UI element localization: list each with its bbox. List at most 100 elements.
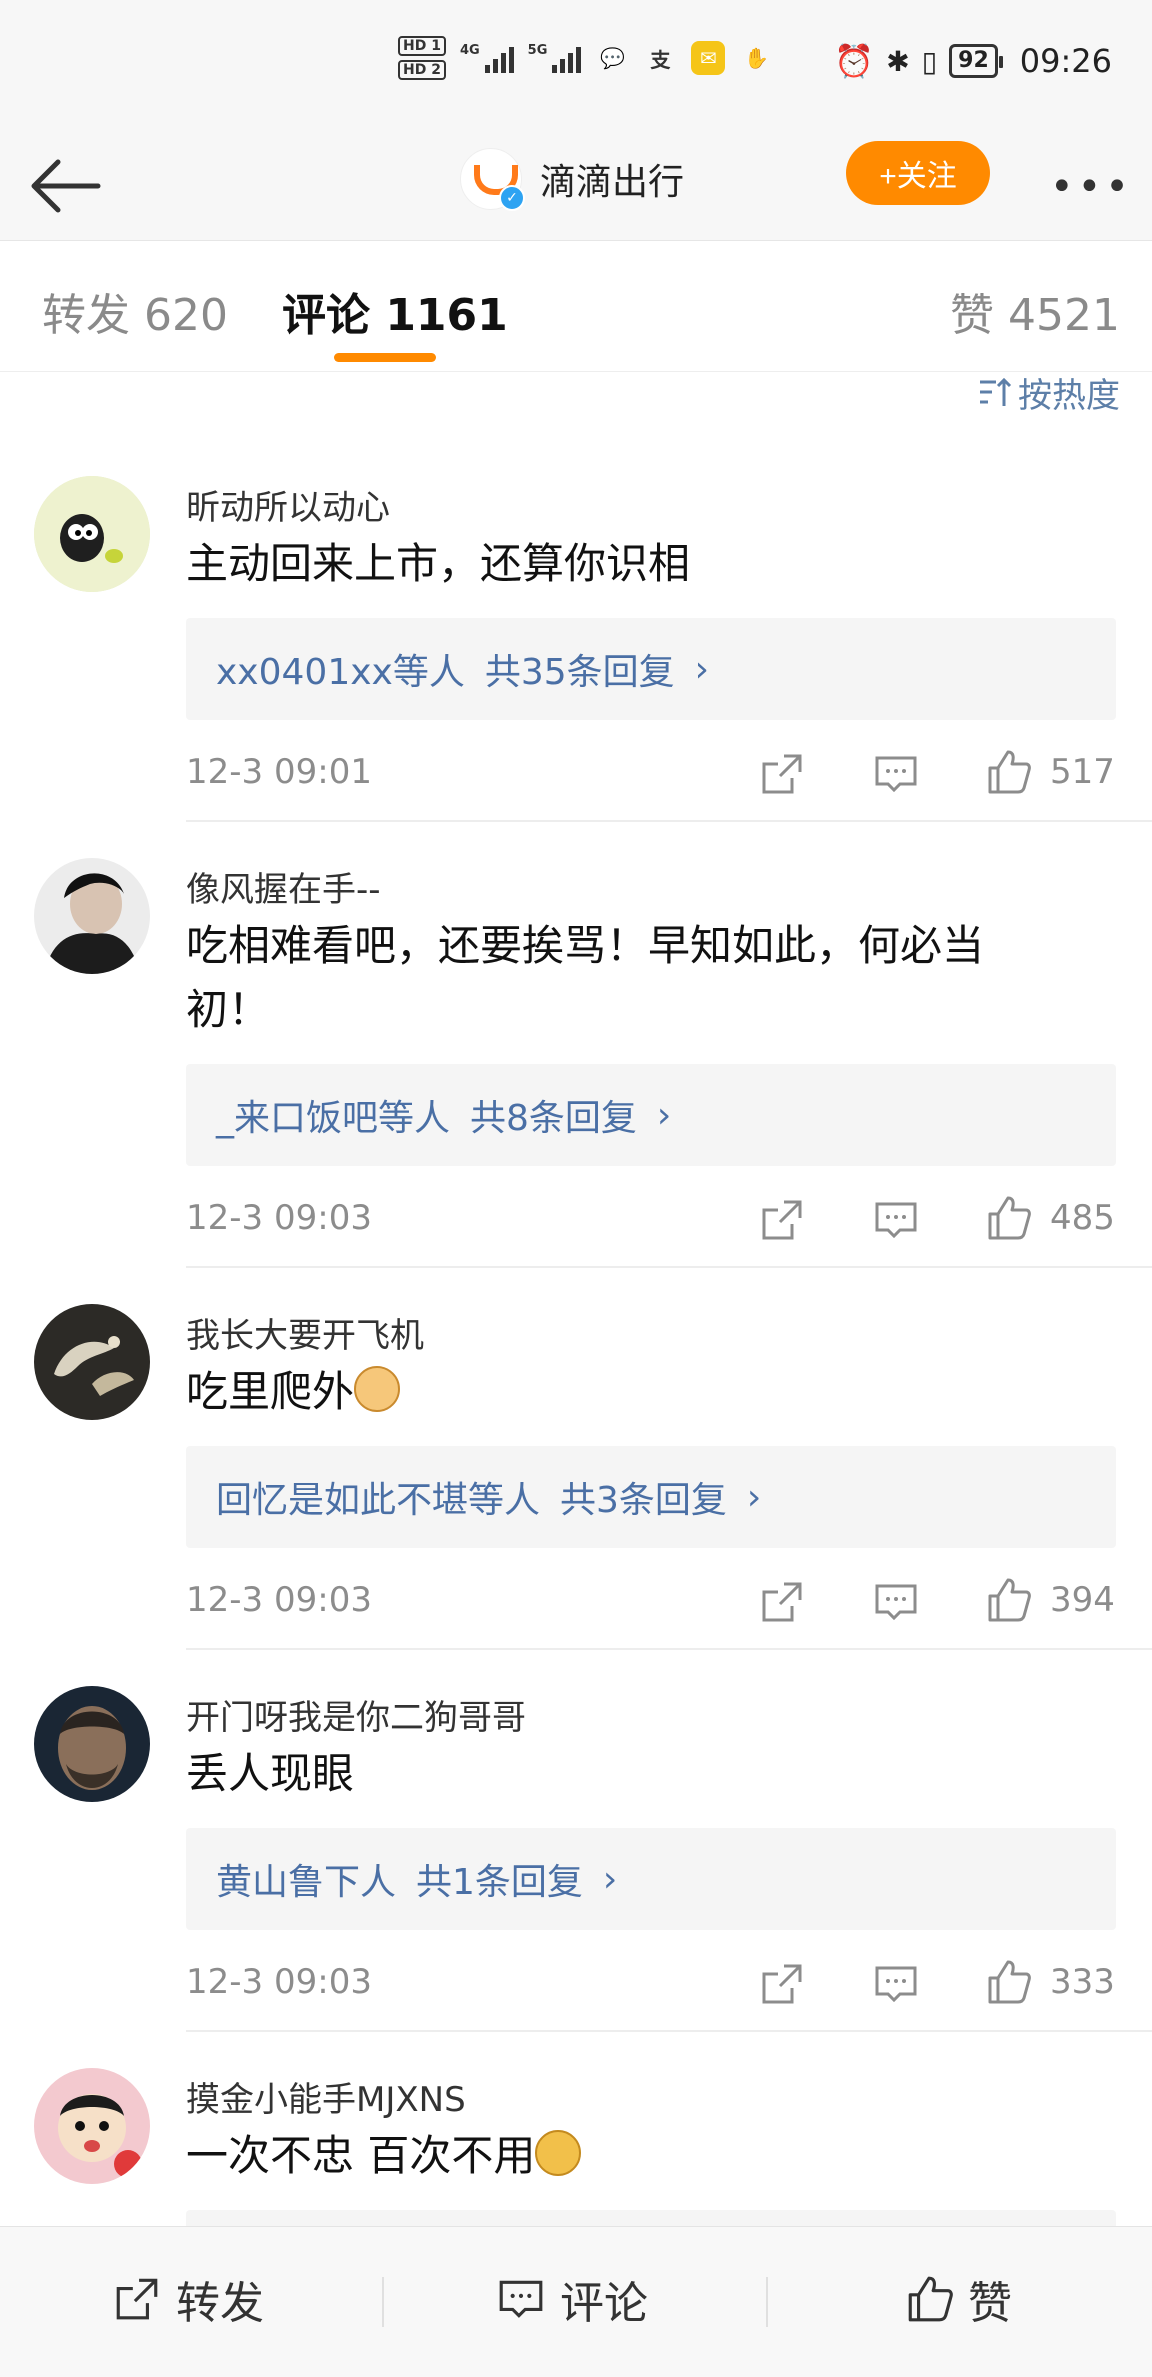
reply-summary[interactable]: _来口饭吧等人 共8条回复 › — [186, 1064, 1116, 1166]
comment-text: 吃相难看吧，还要挨骂！早知如此，何必当初！ — [186, 921, 985, 1034]
chevron-right-icon: › — [694, 648, 710, 690]
comment-time: 12-3 09:03 — [186, 1580, 372, 1620]
vibrate-icon: ▯ — [921, 44, 938, 78]
tab-likes[interactable]: 赞 4521 — [950, 279, 1120, 343]
more-options-icon[interactable]: ••• — [1050, 164, 1133, 210]
like-count: 517 — [1050, 752, 1115, 792]
reply-summary[interactable]: 黄山鲁下人 共1条回复 › — [186, 1828, 1116, 1930]
comment-time: 12-3 09:03 — [186, 1198, 372, 1238]
like-button[interactable]: 赞 — [904, 2267, 1012, 2331]
username[interactable]: 开门呀我是你二狗哥哥 — [186, 1690, 526, 1739]
signal-4g-icon: 4G — [460, 43, 514, 73]
like-count: 394 — [1050, 1580, 1115, 1620]
like-icon[interactable] — [984, 1194, 1032, 1242]
comment-icon[interactable] — [872, 1960, 920, 2008]
sort-label: 按热度 — [1018, 376, 1120, 416]
verified-badge-icon: ✓ — [499, 185, 525, 211]
battery-icon: 92 — [949, 44, 1003, 78]
divider — [186, 2030, 1152, 2032]
status-right-icons: ⏰ ✱ ▯ 92 09:26 — [834, 42, 1112, 80]
tab-comments[interactable]: 评论 1161 — [282, 279, 508, 343]
username[interactable]: 昕动所以动心 — [186, 480, 390, 529]
reply-summary[interactable]: 回忆是如此不堪等人 共3条回复 › — [186, 1446, 1116, 1548]
bluetooth-icon: ✱ — [886, 44, 910, 78]
alarm-icon: ⏰ — [834, 42, 875, 80]
hd2-indicator: HD 2 — [398, 60, 446, 80]
mail-icon: ✉ — [691, 41, 726, 75]
reply-count: 共1条回复 — [416, 1862, 583, 1903]
like-count: 485 — [1050, 1198, 1115, 1238]
comment-text: 吃里爬外 — [186, 1367, 355, 1416]
comment-button[interactable]: 评论 — [496, 2267, 648, 2331]
avatar[interactable] — [34, 858, 150, 974]
like-icon[interactable] — [984, 1576, 1032, 1624]
comment-time: 12-3 09:01 — [186, 752, 372, 792]
comment-icon[interactable] — [872, 1196, 920, 1244]
share-icon — [116, 2278, 158, 2320]
account-brand[interactable]: ✓ 滴滴出行 — [460, 148, 685, 211]
status-bar: HD 1 HD 2 4G 5G 💬 支 ✉ ✋ ⏰ ✱ ▯ 92 09:26 — [0, 0, 1152, 132]
like-count: 333 — [1050, 1962, 1115, 2002]
reply-count: 共8条回复 — [470, 1098, 637, 1139]
follow-button[interactable]: +关注 — [846, 141, 990, 205]
username[interactable]: 像风握在手-- — [186, 862, 381, 911]
comment-label: 评论 — [560, 2278, 648, 2329]
emoji-doge-icon — [535, 2130, 582, 2176]
tabs-bar: 转发 620 评论 1161 赞 4521 — [0, 241, 1152, 372]
avatar[interactable] — [34, 1686, 150, 1802]
reply-summary[interactable]: xx0401xx等人 共35条回复 › — [186, 618, 1116, 720]
divider — [186, 1266, 1152, 1268]
reply-users: _来口饭吧等人 — [216, 1098, 451, 1139]
comment-icon[interactable] — [872, 1578, 920, 1626]
wechat-icon: 💬 — [599, 46, 625, 70]
like-icon — [908, 2276, 953, 2322]
chevron-right-icon: › — [746, 1476, 762, 1518]
share-icon[interactable] — [758, 1196, 806, 1244]
avatar[interactable] — [34, 1304, 150, 1420]
back-arrow-icon[interactable] — [26, 146, 106, 226]
alipay-icon: 支 — [650, 47, 671, 72]
repost-label: 转发 — [176, 2278, 264, 2329]
didi-logo: ✓ — [460, 148, 525, 211]
share-icon[interactable] — [758, 1578, 806, 1626]
reply-users: 回忆是如此不堪等人 — [216, 1480, 541, 1521]
like-icon[interactable] — [984, 1958, 1032, 2006]
hand-icon: ✋ — [743, 46, 769, 70]
hd1-indicator: HD 1 — [398, 36, 446, 56]
avatar[interactable] — [34, 476, 150, 592]
comment-icon — [499, 2280, 543, 2318]
active-tab-indicator — [334, 353, 436, 362]
like-label: 赞 — [968, 2278, 1012, 2329]
chevron-right-icon: › — [602, 1858, 618, 1900]
comment-text-row: 吃里爬外 — [186, 1360, 1066, 1424]
comment-text-row: 一次不忠 百次不用 — [186, 2124, 1066, 2188]
comment-time: 12-3 09:03 — [186, 1962, 372, 2002]
hd-indicators: HD 1 HD 2 — [398, 36, 446, 80]
reply-count: 共3条回复 — [560, 1480, 727, 1521]
sort-toggle[interactable]: 按热度 — [978, 368, 1120, 417]
repost-button[interactable]: 转发 — [112, 2267, 264, 2331]
divider — [382, 2277, 384, 2327]
clock: 09:26 — [1019, 42, 1112, 80]
status-left-icons: HD 1 HD 2 4G 5G 💬 支 ✉ ✋ — [398, 36, 773, 80]
username[interactable]: 我长大要开飞机 — [186, 1308, 424, 1357]
comment-text: 一次不忠 百次不用 — [186, 2131, 536, 2180]
like-icon[interactable] — [984, 748, 1032, 796]
divider — [186, 1648, 1152, 1650]
divider — [766, 2277, 768, 2327]
comment-icon[interactable] — [872, 750, 920, 798]
share-icon[interactable] — [758, 750, 806, 798]
comment-text: 主动回来上市，还算你识相 — [186, 539, 691, 588]
tab-repost[interactable]: 转发 620 — [42, 279, 228, 343]
share-icon[interactable] — [758, 1960, 806, 2008]
avatar[interactable] — [34, 2068, 150, 2184]
sort-icon — [980, 377, 1012, 406]
username[interactable]: 摸金小能手MJXNS — [186, 2072, 466, 2121]
top-nav: ✓ 滴滴出行 +关注 ••• — [0, 132, 1152, 241]
emoji-cat-icon — [354, 1366, 401, 1412]
reply-users: xx0401xx等人 — [216, 652, 465, 693]
comment-text: 丢人现眼 — [186, 1749, 355, 1798]
reply-users: 黄山鲁下人 — [216, 1862, 397, 1903]
account-name: 滴滴出行 — [540, 162, 685, 203]
divider — [186, 820, 1152, 822]
